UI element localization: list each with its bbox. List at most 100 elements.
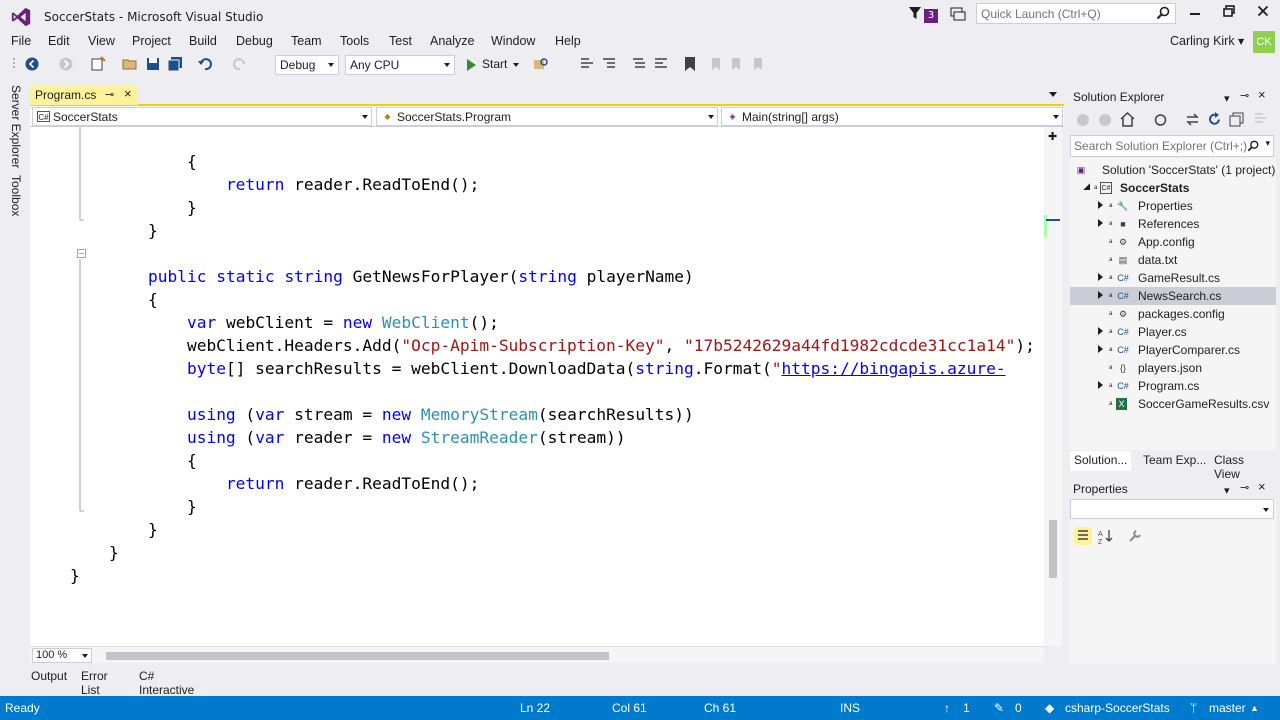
search-icon[interactable] xyxy=(1247,140,1259,152)
categorized-icon[interactable] xyxy=(1074,527,1092,545)
code-line[interactable] xyxy=(70,242,1044,265)
forward-icon[interactable] xyxy=(1098,113,1112,127)
vertical-scrollbar[interactable] xyxy=(1044,127,1062,646)
save-icon[interactable] xyxy=(145,56,161,72)
menu-view[interactable]: View xyxy=(88,34,115,48)
user-name[interactable]: Carling Kirk xyxy=(1170,34,1235,48)
expand-arrow-icon[interactable] xyxy=(1098,201,1103,209)
code-line[interactable]: } xyxy=(70,518,1044,541)
new-project-icon[interactable] xyxy=(90,56,106,72)
tree-item[interactable]: ᵃ {} players.json xyxy=(1070,359,1276,377)
notifications-button[interactable]: 3 xyxy=(908,6,940,24)
redo-icon[interactable] xyxy=(232,56,248,72)
menu-tools[interactable]: Tools xyxy=(340,34,369,48)
comment-lines-icon[interactable] xyxy=(631,56,647,72)
horizontal-scrollbar[interactable]: 100 % xyxy=(30,646,1044,663)
bookmark-icon[interactable] xyxy=(682,56,698,72)
quick-launch-input[interactable] xyxy=(977,4,1153,23)
start-debugging-button[interactable]: Start xyxy=(463,55,523,75)
step-over-icon[interactable] xyxy=(601,56,617,72)
server-explorer-tab[interactable]: Server Explorer xyxy=(9,85,23,168)
code-line[interactable]: public static string GetNewsForPlayer(st… xyxy=(70,265,1044,288)
expand-arrow-icon[interactable] xyxy=(1098,345,1103,353)
menu-file[interactable]: File xyxy=(11,34,31,48)
tree-item[interactable]: ᵃ C# Program.cs xyxy=(1070,377,1276,395)
chevron-down-icon[interactable]: ▾ xyxy=(1224,92,1230,105)
wrench-icon[interactable] xyxy=(1127,528,1143,544)
repository-icon[interactable]: ◆ xyxy=(1045,701,1054,715)
menu-test[interactable]: Test xyxy=(389,34,412,48)
avatar[interactable]: CK xyxy=(1253,31,1275,53)
collapse-all-icon[interactable] xyxy=(1229,112,1244,127)
expand-arrow-icon[interactable] xyxy=(1098,273,1103,281)
navigate-forward-icon[interactable] xyxy=(58,56,74,72)
expanded-arrow-icon[interactable] xyxy=(1083,183,1090,190)
code-line[interactable]: } xyxy=(70,219,1044,242)
menu-analyze[interactable]: Analyze xyxy=(430,34,474,48)
menu-edit[interactable]: Edit xyxy=(48,34,70,48)
pencil-icon[interactable]: ✎ xyxy=(994,701,1004,715)
tree-project-node[interactable]: ᵃ C# SoccerStats xyxy=(1070,179,1276,197)
chevron-down-icon[interactable] xyxy=(1049,92,1057,97)
previous-bookmark-icon[interactable] xyxy=(707,56,723,72)
sync-with-document-icon[interactable] xyxy=(1185,112,1200,127)
save-all-icon[interactable] xyxy=(167,56,183,72)
tree-item[interactable]: ᵃ ▤ data.txt xyxy=(1070,251,1276,269)
tab-team-explorer[interactable]: Team Exp... xyxy=(1139,451,1210,471)
solution-explorer-search[interactable]: ▾ xyxy=(1070,135,1274,157)
code-line[interactable]: { xyxy=(70,288,1044,311)
project-dropdown[interactable]: C# SoccerStats xyxy=(32,107,372,126)
tree-item[interactable]: ᵃ X SoccerGameResults.csv xyxy=(1070,395,1276,413)
close-icon[interactable]: × xyxy=(124,86,132,101)
step-into-icon[interactable] xyxy=(579,56,595,72)
code-line[interactable]: } xyxy=(70,196,1044,219)
code-line[interactable]: { xyxy=(70,150,1044,173)
minimize-button[interactable] xyxy=(1183,5,1207,23)
menu-team[interactable]: Team xyxy=(291,34,322,48)
tree-item[interactable]: ᵃ C# PlayerComparer.cs xyxy=(1070,341,1276,359)
code-line[interactable]: return reader.ReadToEnd(); xyxy=(70,173,1044,196)
menu-debug[interactable]: Debug xyxy=(236,34,273,48)
next-bookmark-icon[interactable] xyxy=(729,56,745,72)
pending-changes-count[interactable]: 0 xyxy=(1015,701,1022,715)
open-file-icon[interactable] xyxy=(122,56,138,72)
pin-icon[interactable]: ⊸ xyxy=(105,88,114,101)
code-line[interactable]: { xyxy=(70,449,1044,472)
solution-explorer-search-input[interactable] xyxy=(1071,136,1247,156)
find-in-files-icon[interactable] xyxy=(533,56,549,72)
chevron-down-icon[interactable]: ▾ xyxy=(1265,139,1270,149)
repository-name[interactable]: csharp-SoccerStats xyxy=(1065,701,1170,715)
tree-solution-node[interactable]: ▣ Solution 'SoccerStats' (1 project) xyxy=(1070,161,1276,179)
tab-output[interactable]: Output xyxy=(31,669,67,683)
tree-item[interactable]: ᵃ ■ References xyxy=(1070,215,1276,233)
up-arrow-icon[interactable]: ↑ xyxy=(944,701,950,715)
quick-launch-box[interactable] xyxy=(976,3,1176,24)
back-icon[interactable] xyxy=(1076,113,1090,127)
chevron-down-icon[interactable]: ▾ xyxy=(1224,484,1230,497)
navigate-back-icon[interactable] xyxy=(24,56,40,72)
tab-csharp-interactive[interactable]: C# Interactive xyxy=(139,669,194,697)
home-icon[interactable] xyxy=(1120,112,1135,127)
member-dropdown[interactable]: ◈ Main(string[] args) xyxy=(721,107,1063,126)
clear-bookmarks-icon[interactable] xyxy=(751,56,767,72)
code-line[interactable]: } xyxy=(70,564,1044,587)
vertical-scroll-thumb[interactable] xyxy=(1049,520,1057,578)
show-all-files-icon[interactable] xyxy=(1253,112,1268,127)
close-icon[interactable]: × xyxy=(1258,479,1266,494)
tab-class-view[interactable]: Class View xyxy=(1210,451,1276,481)
code-line[interactable]: using (var stream = new MemoryStream(sea… xyxy=(70,403,1044,426)
restore-button[interactable] xyxy=(1217,5,1241,23)
pin-icon[interactable]: ⊸ xyxy=(1240,89,1249,102)
chevron-down-icon[interactable] xyxy=(513,63,519,67)
tree-item[interactable]: ᵃ 🔧 Properties xyxy=(1070,197,1276,215)
code-line[interactable]: } xyxy=(70,495,1044,518)
tab-solution-explorer[interactable]: Solution... xyxy=(1070,451,1132,471)
tree-item[interactable]: ᵃ ⚙ App.config xyxy=(1070,233,1276,251)
class-dropdown[interactable]: ◆ SoccerStats.Program xyxy=(376,107,718,126)
properties-object-select[interactable] xyxy=(1070,499,1274,519)
code-line[interactable]: return reader.ReadToEnd(); xyxy=(70,472,1044,495)
expand-arrow-icon[interactable] xyxy=(1098,327,1103,335)
pending-changes-filter-icon[interactable] xyxy=(1153,112,1168,127)
code-line[interactable]: using (var reader = new StreamReader(str… xyxy=(70,426,1044,449)
expand-arrow-icon[interactable] xyxy=(1098,381,1103,389)
